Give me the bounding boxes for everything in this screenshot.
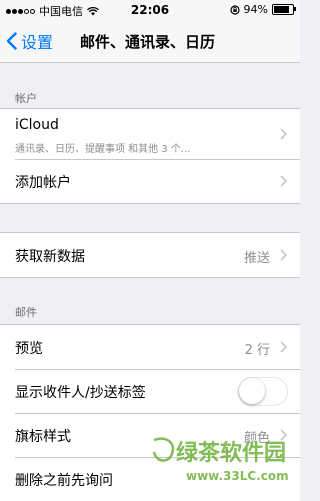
battery-fill xyxy=(274,6,289,13)
preview-value: 2 行 xyxy=(244,343,270,358)
page-title: 邮件、通讯录、日历 xyxy=(80,33,216,51)
toggle-knob xyxy=(239,378,265,404)
show-to-cc-row: 显示收件人/抄送标签 xyxy=(0,369,300,413)
icloud-title: iCloud xyxy=(15,117,59,133)
fetch-new-data-row[interactable]: 获取新数据 推送 xyxy=(0,233,300,277)
fetch-new-data-value: 推送 xyxy=(243,251,270,266)
watermark-name: 绿茶软件园 xyxy=(176,440,286,466)
preview-label: 预览 xyxy=(15,341,43,357)
add-account-row[interactable]: 添加帐户 xyxy=(0,159,300,203)
watermark-url: www.33LC.com xyxy=(186,469,289,483)
icloud-subtitle: 通讯录、日历、提醒事项 和其他 3 个... xyxy=(15,144,191,155)
back-button-label: 设置 xyxy=(21,33,54,52)
battery-icon xyxy=(272,4,296,15)
status-bar: 中国电信 22:06 94% xyxy=(0,0,300,20)
status-right: 94% xyxy=(229,3,296,16)
ask-before-delete-label: 删除之前先询问 xyxy=(15,473,113,489)
accounts-group: iCloud 通讯录、日历、提醒事项 和其他 3 个... 添加帐户 xyxy=(0,108,300,204)
chevron-right-icon xyxy=(280,341,287,353)
orientation-lock-icon xyxy=(229,4,240,15)
icloud-account-row[interactable]: iCloud 通讯录、日历、提醒事项 和其他 3 个... xyxy=(0,109,300,159)
add-account-label: 添加帐户 xyxy=(15,175,71,191)
battery-percent: 94% xyxy=(243,3,268,16)
chevron-left-icon xyxy=(6,32,17,50)
chevron-right-icon xyxy=(280,128,287,140)
fetch-new-data-label: 获取新数据 xyxy=(15,249,85,265)
watermark-logo: 绿茶软件园 www.33LC.com xyxy=(152,437,289,483)
chevron-right-icon xyxy=(280,175,287,187)
show-to-cc-toggle[interactable] xyxy=(238,377,288,406)
flag-style-label: 旗标样式 xyxy=(15,429,71,445)
section-header-accounts: 帐户 xyxy=(15,92,37,105)
show-to-cc-label: 显示收件人/抄送标签 xyxy=(15,385,146,401)
preview-row[interactable]: 预览 2 行 xyxy=(0,325,300,369)
back-button[interactable]: 设置 xyxy=(6,29,53,53)
navigation-bar: 设置 邮件、通讯录、日历 xyxy=(0,20,300,63)
section-header-mail: 邮件 xyxy=(15,306,37,319)
fetch-group: 获取新数据 推送 xyxy=(0,232,300,278)
chevron-right-icon xyxy=(280,249,287,261)
